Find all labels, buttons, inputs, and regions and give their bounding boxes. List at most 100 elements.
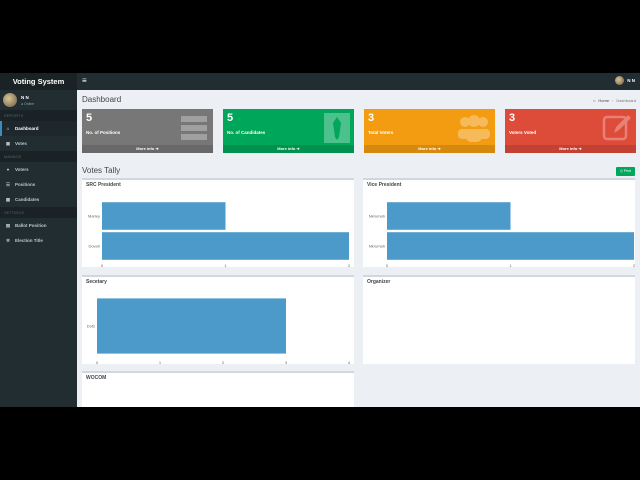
votes-tally-title: Votes Tally — [82, 166, 121, 175]
file-icon: ▤ — [5, 222, 11, 228]
sidebar-item-label: Votes — [15, 141, 27, 146]
chart-panel-vice-president: Vice President Nkrumah Nkrumah 0 1 2 — [363, 178, 635, 268]
more-info-label: More info — [559, 146, 578, 151]
stat-box-voters-voted: 3 Voters Voted More info ➜ — [505, 109, 636, 153]
sidebar-header-reports: REPORTS — [0, 110, 77, 121]
user-name: N N — [627, 78, 635, 83]
more-info-link[interactable]: More info ➜ — [364, 145, 495, 153]
bar-chart-secetary: Dofs 0 1 2 3 4 — [87, 298, 351, 365]
more-info-link[interactable]: More info ➜ — [82, 145, 213, 153]
sidebar-item-voters[interactable]: ● Voters — [0, 162, 77, 177]
chart-title: Organizer — [367, 279, 391, 285]
sidebar-item-label: Election Title — [15, 238, 43, 243]
tick-label: 1 — [159, 360, 162, 365]
cog-icon: ✲ — [6, 237, 10, 243]
app-window: Voting System ≡ N N N N ● Online REPORTS… — [0, 73, 640, 407]
bar-chart-vice-president: Nkrumah Nkrumah 0 1 2 — [369, 202, 635, 268]
sidebar-toggle-icon[interactable]: ≡ — [82, 76, 87, 85]
black-tie-icon — [324, 113, 350, 143]
sidebar-item-label: Ballot Position — [15, 223, 47, 228]
stat-label: Total Voters — [368, 130, 394, 135]
sidebar-item-ballot-position[interactable]: ▤ Ballot Position — [0, 218, 77, 233]
lock-icon: ▣ — [5, 140, 11, 146]
category-label: Dofs — [87, 324, 95, 329]
category-label: Nkrumah — [369, 244, 385, 249]
sidebar-user-name: N N — [21, 94, 29, 100]
main-content: Dashboard ⌂ Home › Dashboard 5 No. of Po… — [77, 90, 640, 407]
sidebar-item-positions[interactable]: ☰ Positions — [0, 177, 77, 192]
sidebar-item-votes[interactable]: ▣ Votes — [0, 136, 77, 151]
user-status: ● Online — [21, 101, 35, 106]
breadcrumb-current: Dashboard — [616, 98, 636, 103]
sidebar-item-label: Candidates — [15, 197, 40, 202]
tick-label: 3 — [285, 360, 288, 365]
sidebar-header-manage: MANAGE — [0, 151, 77, 162]
dashboard-icon: ⌂ — [6, 126, 10, 131]
chart-bar — [97, 298, 286, 354]
users-icon: ● — [6, 167, 10, 172]
chart-title: Secetary — [86, 279, 107, 285]
chart-bar — [102, 202, 226, 230]
edit-icon — [602, 115, 631, 141]
stat-box-total-voters: 3 Total Voters More info ➜ — [364, 109, 495, 153]
stat-box-positions: 5 No. of Positions More info ➜ — [82, 109, 213, 153]
avatar — [615, 76, 625, 85]
user-panel: N N ● Online — [0, 90, 77, 110]
stat-value: 5 — [86, 112, 93, 124]
category-label: Nkrumah — [369, 214, 385, 219]
tick-label: 2 — [633, 263, 635, 268]
chart-bar — [387, 232, 634, 260]
tick-label: 1 — [509, 263, 512, 268]
page-title: Dashboard — [82, 95, 122, 104]
stat-value: 5 — [227, 112, 234, 124]
stat-value: 3 — [368, 112, 375, 124]
sidebar-item-election-title[interactable]: ✲ Election Title — [0, 233, 77, 248]
more-info-label: More info — [277, 146, 296, 151]
home-icon: ⌂ — [592, 98, 596, 103]
sidebar: N N ● Online REPORTS ⌂ Dashboard ▣ Votes… — [0, 90, 77, 407]
tick-label: 2 — [222, 360, 225, 365]
top-navbar: Voting System ≡ N N — [0, 73, 640, 90]
tick-label: 4 — [348, 360, 351, 365]
sidebar-header-settings: SETTINGS — [0, 207, 77, 218]
sidebar-item-label: Voters — [15, 167, 29, 172]
more-info-label: More info — [136, 146, 155, 151]
stat-label: No. of Candidates — [227, 130, 266, 135]
breadcrumb-separator: › — [612, 98, 614, 103]
sidebar-item-dashboard[interactable]: ⌂ Dashboard — [0, 121, 77, 136]
stat-box-candidates: 5 No. of Candidates More info ➜ — [223, 109, 354, 153]
stat-label: No. of Positions — [86, 130, 121, 135]
chart-panel-src-president: SRC President Marley Dovah 0 1 2 — [82, 178, 354, 268]
user-menu[interactable]: N N — [615, 76, 635, 85]
tick-label: 0 — [386, 263, 389, 268]
chart-panel-secetary: Secetary Dofs 0 1 2 3 4 — [82, 275, 354, 365]
tick-label: 1 — [224, 263, 227, 268]
breadcrumb: ⌂ Home › Dashboard — [593, 98, 636, 103]
tick-label: 0 — [101, 263, 104, 268]
category-label: Marley — [88, 214, 100, 219]
print-label: Print — [623, 169, 631, 173]
sidebar-item-candidates[interactable]: ▦ Candidates — [0, 192, 77, 207]
chart-panel-wocom: WOCOM — [82, 371, 354, 407]
bar-chart-src-president: Marley Dovah 0 1 2 — [88, 202, 351, 268]
chart-title: WOCOM — [86, 375, 107, 381]
chart-panel-organizer: Organizer — [363, 275, 635, 364]
breadcrumb-home[interactable]: Home — [598, 98, 609, 103]
chart-bar — [102, 232, 349, 260]
more-info-label: More info — [418, 146, 437, 151]
more-info-link[interactable]: More info ➜ — [223, 145, 354, 153]
tasks-icon — [181, 116, 207, 140]
chart-title: SRC President — [86, 182, 121, 188]
users-icon — [458, 115, 490, 142]
app-title[interactable]: Voting System — [0, 73, 77, 90]
black-tie-icon: ▦ — [5, 196, 11, 202]
print-button[interactable]: ⎙ Print — [616, 167, 635, 176]
sidebar-item-label: Dashboard — [15, 126, 39, 131]
sidebar-item-label: Positions — [15, 182, 36, 187]
tasks-icon: ☰ — [5, 181, 11, 187]
stat-value: 3 — [509, 112, 516, 124]
more-info-link[interactable]: More info ➜ — [505, 145, 636, 153]
chart-title: Vice President — [367, 182, 402, 188]
avatar — [3, 93, 17, 107]
tick-label: 2 — [348, 263, 351, 268]
